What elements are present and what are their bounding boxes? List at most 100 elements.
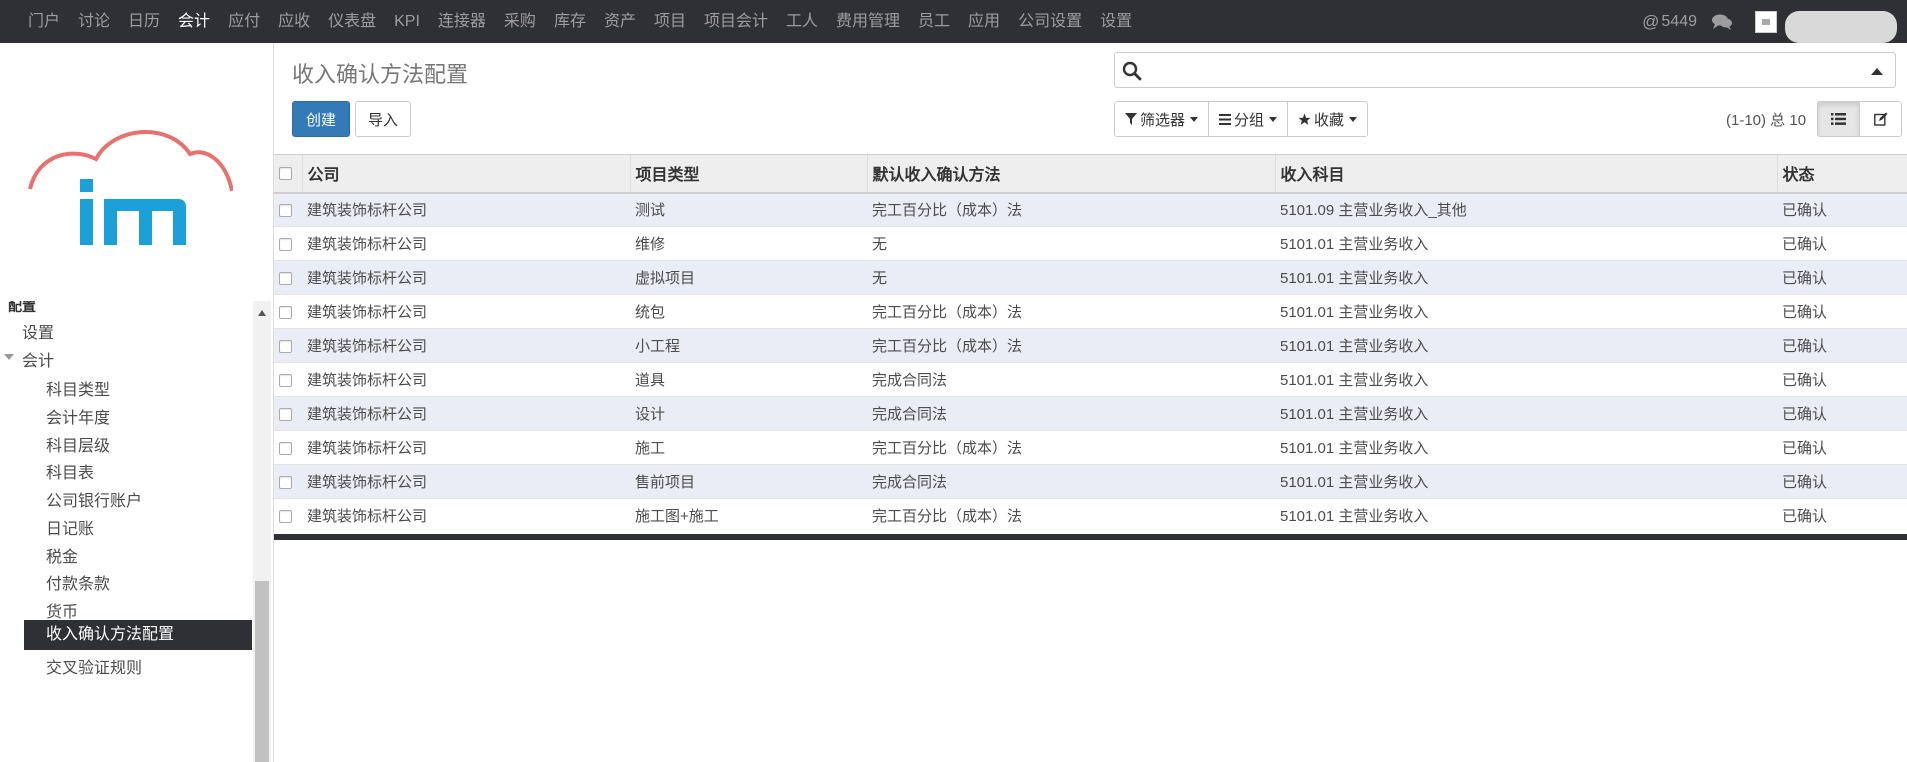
row-checkbox[interactable]	[279, 407, 292, 421]
sidebar-item[interactable]: 货币	[46, 598, 78, 622]
favorites-button[interactable]: 收藏	[1287, 101, 1369, 137]
row-checkbox[interactable]	[279, 305, 292, 319]
caret-down-icon	[1269, 116, 1278, 122]
nav-item[interactable]: 资产	[595, 0, 645, 43]
cell-company: 建筑装饰标杆公司	[302, 260, 630, 295]
table-row[interactable]: 建筑装饰标杆公司 维修无 5101.01 主营业务收入 已确认	[274, 226, 1907, 261]
row-checkbox[interactable]	[279, 475, 292, 489]
user-name-redacted[interactable]	[1785, 10, 1897, 43]
nav-item[interactable]: 应收	[269, 0, 319, 43]
row-checkbox[interactable]	[279, 203, 292, 217]
search-bar[interactable]	[1114, 52, 1896, 88]
search-options-toggle-icon[interactable]	[1871, 68, 1883, 75]
select-all-cell	[274, 154, 302, 194]
nav-item[interactable]: 日历	[119, 0, 169, 43]
chat-icon[interactable]	[1711, 13, 1733, 31]
nav-item[interactable]: KPI	[385, 0, 429, 43]
select-all-checkbox[interactable]	[279, 166, 292, 180]
sidebar-item[interactable]: 科目类型	[46, 376, 110, 400]
column-header-company[interactable]: 公司	[301, 154, 630, 194]
row-checkbox[interactable]	[279, 509, 292, 523]
nav-item[interactable]: 库存	[545, 0, 595, 43]
table-row[interactable]: 建筑装饰标杆公司 道具 完成合同法 5101.01 主营业务收入 已确认	[274, 362, 1907, 397]
search-input[interactable]	[1149, 57, 1853, 85]
column-header-status[interactable]: 状态	[1776, 154, 1907, 194]
nav-item[interactable]: 采购	[495, 0, 545, 43]
table-row[interactable]: 建筑装饰标杆公司 统包 完工百分比（成本）法 5101.01 主营业务收入 已确认	[274, 294, 1907, 329]
nav-item[interactable]: 会计	[169, 0, 219, 43]
row-select-cell	[274, 498, 302, 533]
column-header-project-type[interactable]: 项目类型	[629, 154, 867, 194]
row-select-cell	[274, 328, 302, 363]
nav-item[interactable]: 项目	[645, 0, 695, 43]
table-row[interactable]: 建筑装饰标杆公司 小工程 完工百分比（成本）法 5101.01 主营业务收入 已确认	[274, 328, 1907, 363]
sidebar-scrollbar[interactable]	[253, 301, 271, 762]
nav-item[interactable]: 项目会计	[695, 0, 777, 43]
sidebar-item[interactable]: 会计	[22, 347, 54, 371]
nav-item[interactable]: 员工	[909, 0, 959, 43]
nav-item[interactable]: 公司设置	[1009, 0, 1091, 43]
sidebar-item[interactable]: 日记账	[46, 515, 94, 539]
row-select-cell	[274, 260, 302, 295]
avatar[interactable]	[1755, 10, 1777, 33]
nav-item[interactable]: 门户	[19, 0, 69, 43]
table-row[interactable]: 建筑装饰标杆公司 虚拟项目无 5101.01 主营业务收入 已确认	[274, 260, 1907, 295]
form-view-button[interactable]	[1859, 101, 1902, 137]
pager-value[interactable]: (1-10) 总 10	[1726, 109, 1806, 130]
nav-item[interactable]: 讨论	[69, 0, 119, 43]
sidebar-item[interactable]: 会计年度	[46, 404, 110, 428]
nav-item[interactable]: 仪表盘	[319, 0, 385, 43]
row-checkbox[interactable]	[279, 441, 292, 455]
sidebar-item[interactable]: 交叉验证规则	[46, 654, 142, 678]
cell-recognition-method: 完工百分比（成本）法	[867, 294, 1275, 329]
sidebar-item[interactable]: 收入确认方法配置	[24, 620, 252, 650]
import-button[interactable]: 导入	[355, 101, 411, 137]
sidebar-item[interactable]: 设置	[22, 319, 54, 343]
row-select-cell	[274, 430, 302, 465]
cell-company: 建筑装饰标杆公司	[302, 226, 630, 261]
row-select-cell	[274, 362, 302, 397]
table-row[interactable]: 建筑装饰标杆公司 售前项目 完成合同法 5101.01 主营业务收入 已确认	[274, 464, 1907, 499]
create-button[interactable]: 创建	[292, 101, 350, 137]
cell-project-type: 售前项目	[630, 464, 867, 499]
table-row[interactable]: 建筑装饰标杆公司 施工 完工百分比（成本）法 5101.01 主营业务收入 已确认	[274, 430, 1907, 465]
group-by-button[interactable]: 分组	[1208, 101, 1289, 137]
cell-recognition-method: 完成合同法	[867, 464, 1275, 499]
cell-status: 已确认	[1777, 362, 1907, 397]
cell-project-type: 维修	[630, 226, 867, 261]
sidebar-item[interactable]: 付款条款	[46, 570, 110, 594]
cell-recognition-method: 完成合同法	[867, 396, 1275, 431]
sidebar-item[interactable]: 税金	[46, 543, 78, 567]
nav-item[interactable]: 工人	[777, 0, 827, 43]
nav-item[interactable]: 设置	[1091, 0, 1141, 43]
sidebar-item[interactable]: 公司银行账户	[46, 487, 142, 511]
sidebar-item[interactable]: 科目层级	[46, 432, 110, 456]
cell-project-type: 设计	[630, 396, 867, 431]
cell-status: 已确认	[1777, 328, 1907, 363]
scroll-up-arrow-icon[interactable]	[258, 310, 266, 316]
filters-button[interactable]: 筛选器	[1114, 101, 1210, 137]
row-checkbox[interactable]	[279, 271, 292, 285]
nav-item[interactable]: 应付	[219, 0, 269, 43]
table-row[interactable]: 建筑装饰标杆公司 设计 完成合同法 5101.01 主营业务收入 已确认	[274, 396, 1907, 431]
cell-revenue-account: 5101.01 主营业务收入	[1275, 396, 1777, 431]
cell-revenue-account: 5101.01 主营业务收入	[1275, 328, 1777, 363]
nav-item[interactable]: 连接器	[429, 0, 495, 43]
row-checkbox[interactable]	[279, 373, 292, 387]
cell-recognition-method: 完成合同法	[867, 362, 1275, 397]
star-icon	[1298, 113, 1311, 126]
nav-item[interactable]: 费用管理	[827, 0, 909, 43]
sidebar-item[interactable]: 科目表	[46, 459, 94, 483]
caret-down-icon[interactable]	[4, 354, 14, 360]
scrollbar-thumb[interactable]	[255, 581, 269, 762]
column-header-revenue-account[interactable]: 收入科目	[1274, 154, 1777, 194]
column-header-recognition-method[interactable]: 默认收入确认方法	[866, 154, 1275, 194]
table-row[interactable]: 建筑装饰标杆公司 施工图+施工 完工百分比（成本）法 5101.01 主营业务收入 已确…	[274, 498, 1907, 533]
table-row[interactable]: 建筑装饰标杆公司 测试 完工百分比（成本）法 5101.09 主营业务收入_其他 已确认	[274, 192, 1907, 227]
nav-item[interactable]: 应用	[959, 0, 1009, 43]
row-checkbox[interactable]	[279, 237, 292, 251]
messages-counter[interactable]: @ 5449	[1642, 12, 1697, 32]
row-checkbox[interactable]	[279, 339, 292, 353]
list-view-button[interactable]	[1817, 101, 1860, 137]
cell-recognition-method: 完工百分比（成本）法	[867, 498, 1275, 533]
